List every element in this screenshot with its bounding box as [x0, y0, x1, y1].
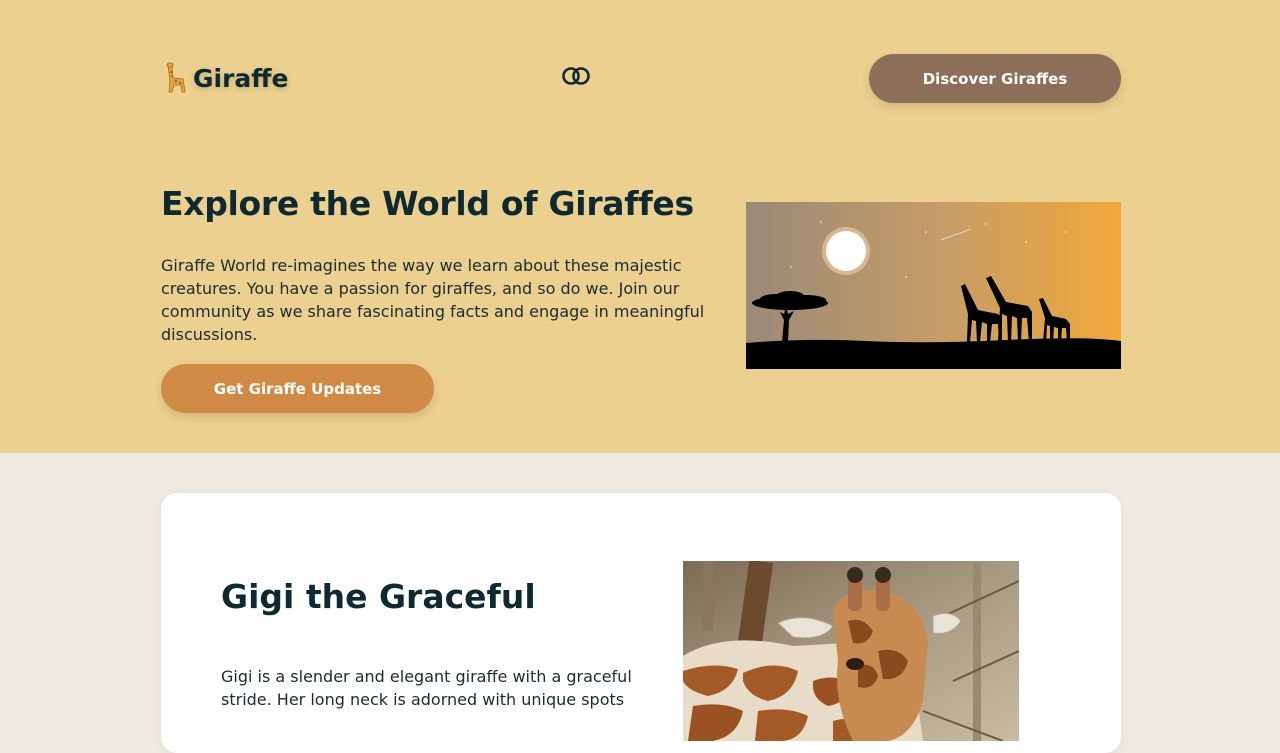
feature-card: Gigi the Graceful Gigi is a slender and …: [161, 493, 1121, 753]
hero-title: Explore the World of Giraffes: [161, 184, 694, 223]
feature-title: Gigi the Graceful: [221, 577, 536, 616]
giraffe-photo: [683, 561, 1019, 741]
get-updates-button[interactable]: Get Giraffe Updates: [161, 364, 434, 413]
hero-description: Giraffe World re-imagines the way we lea…: [161, 256, 705, 344]
brand-logo[interactable]: Giraffe: [161, 62, 289, 94]
toggle-icon[interactable]: [561, 66, 591, 86]
hero-section: Giraffe Discover Giraffes Explore the Wo…: [0, 0, 1280, 453]
brand-name: Giraffe: [193, 63, 289, 93]
feature-description: Gigi is a slender and elegant giraffe wi…: [221, 667, 632, 709]
giraffe-icon: [166, 62, 186, 93]
discover-giraffes-button[interactable]: Discover Giraffes: [869, 54, 1121, 103]
savanna-sunset-giraffes-illustration: [746, 202, 1121, 369]
